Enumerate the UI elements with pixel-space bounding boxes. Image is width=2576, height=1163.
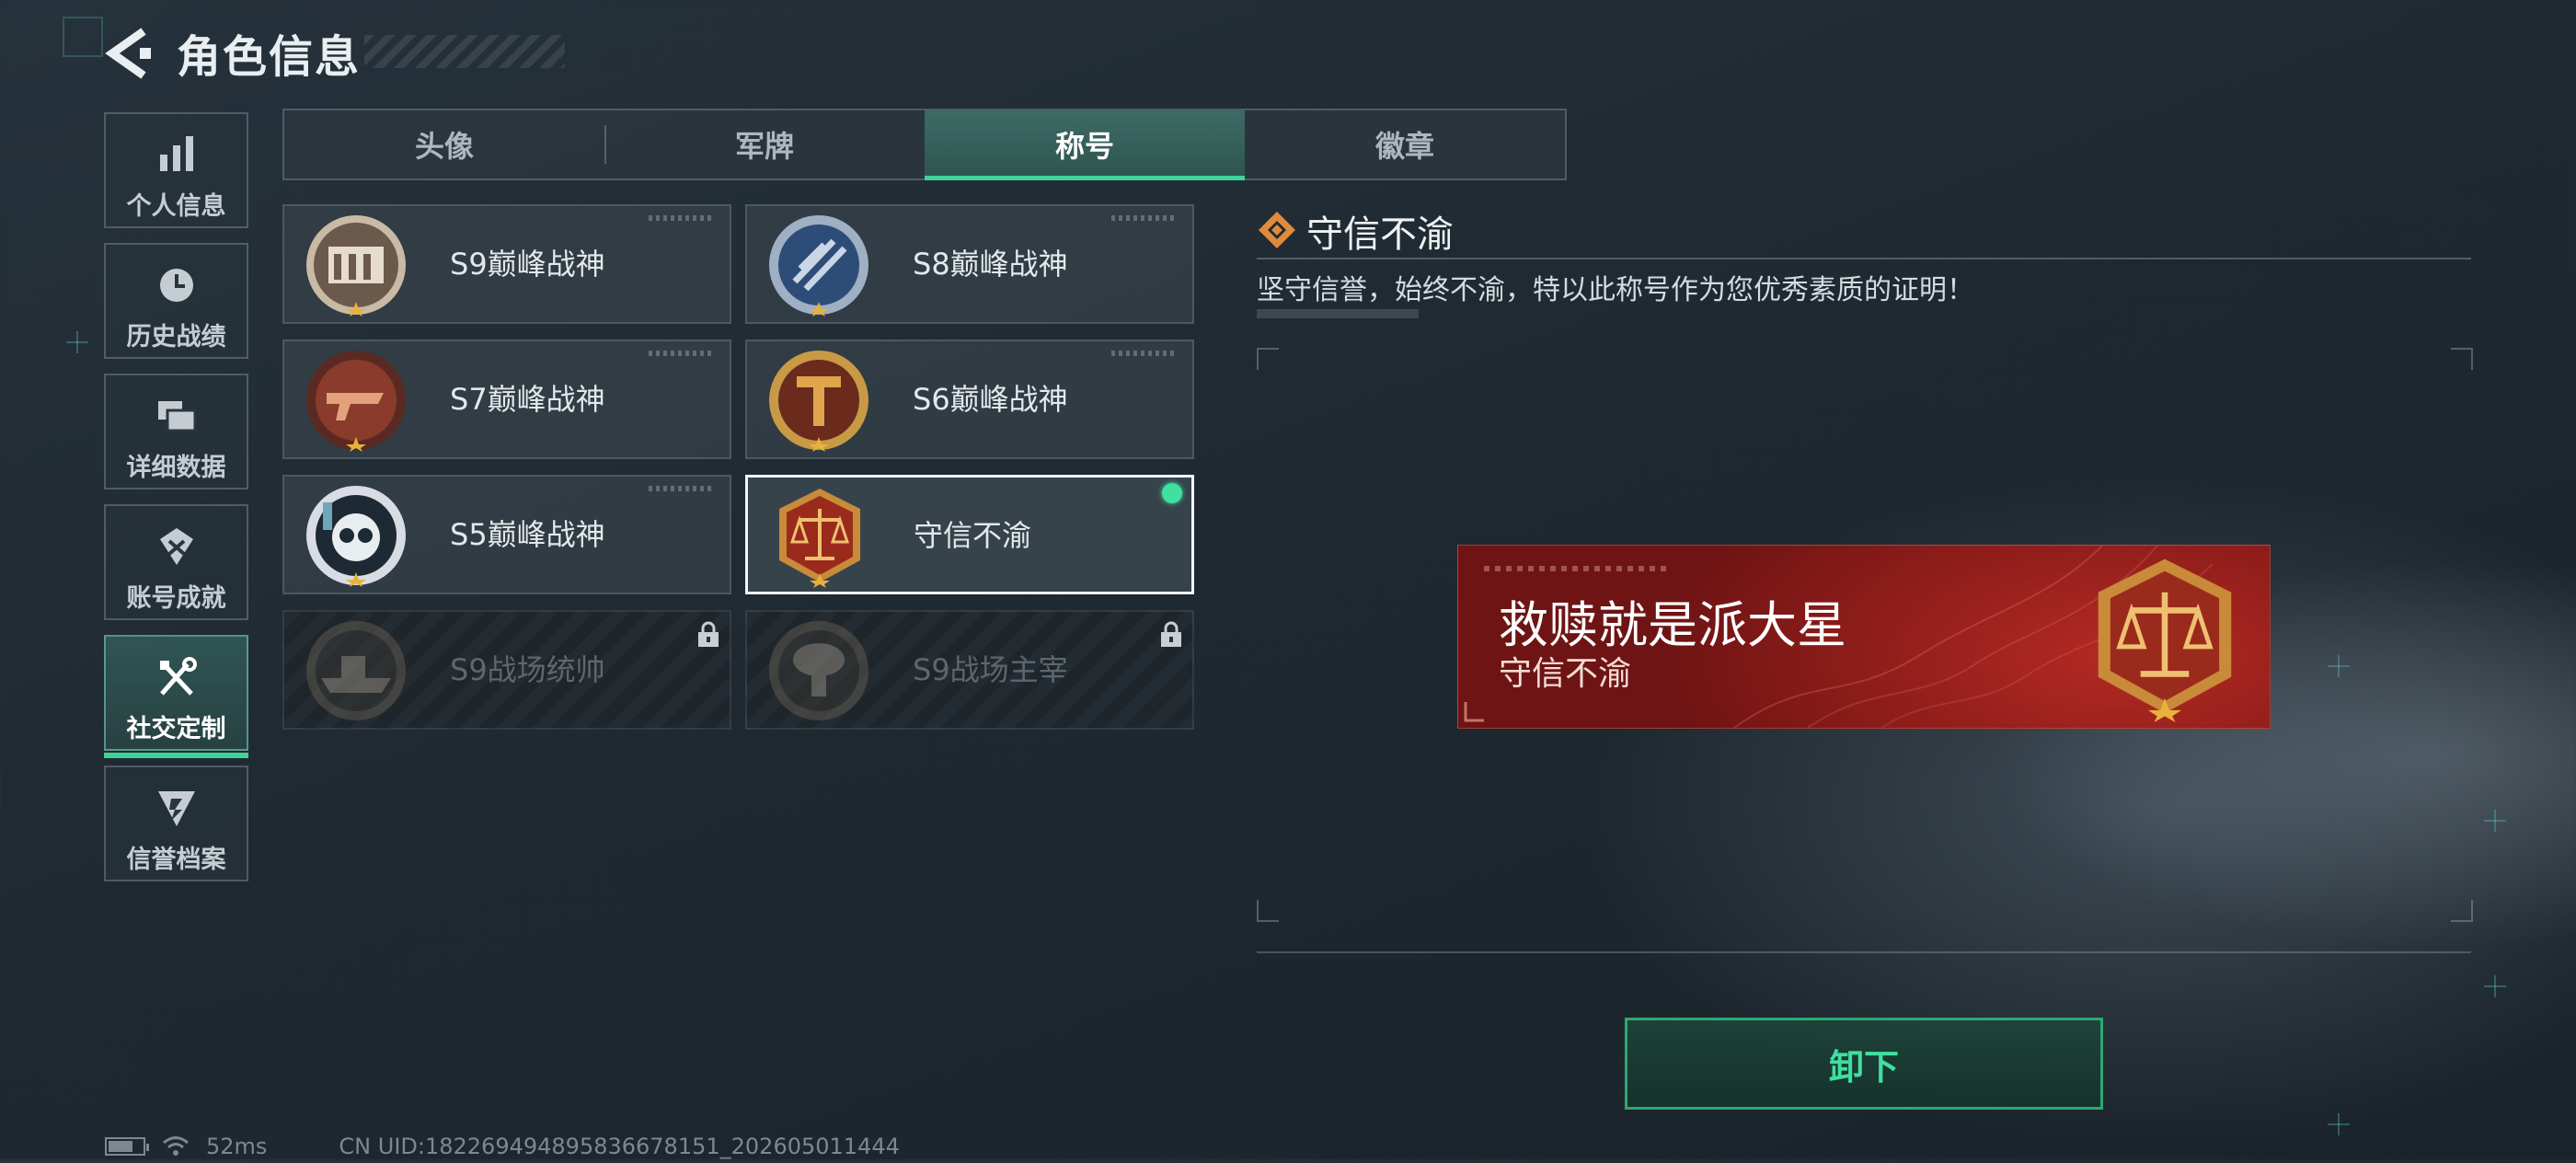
grid-cross-decoration <box>2484 975 2506 997</box>
title-name: S6巅峰战神 <box>913 382 1068 417</box>
tab-emblem[interactable]: 徽章 <box>1245 110 1565 178</box>
sidebar-item-label: 社交定制 <box>126 715 226 743</box>
frame-corner <box>1257 900 1279 922</box>
title-card-s9-peak[interactable]: S9巅峰战神 <box>282 204 731 324</box>
bar-chart-icon <box>159 136 193 171</box>
title-stripe-decoration <box>364 35 565 68</box>
warship-badge-icon <box>306 621 406 720</box>
sidebar-item-label: 信誉档案 <box>126 846 226 874</box>
ping-value: 52ms <box>206 1134 268 1159</box>
diamond-icon <box>1259 212 1295 248</box>
title-card-s7-peak[interactable]: S7巅峰战神 <box>282 340 731 459</box>
divider <box>1257 951 2471 953</box>
reputation-icon <box>157 791 195 826</box>
grid-cross-decoration <box>66 331 88 353</box>
sidebar-item-label: 账号成就 <box>126 584 226 613</box>
tab-title[interactable]: 称号 <box>925 110 1245 180</box>
grid-cross-decoration <box>2484 810 2506 832</box>
scales-badge-icon <box>779 489 860 588</box>
title-name: 守信不渝 <box>914 518 1032 553</box>
detail-description: 坚守信誉，始终不渝，特以此称号作为您优秀素质的证明！ <box>1257 274 1974 306</box>
sidebar-item-history[interactable]: 历史战绩 <box>104 243 248 359</box>
title-name: S9战场主宰 <box>913 652 1068 687</box>
s8-peak-badge-icon <box>769 215 868 317</box>
achievement-icon <box>159 528 193 565</box>
clock-icon <box>159 269 193 302</box>
sidebar-item-personal-info[interactable]: 个人信息 <box>104 112 248 228</box>
s6-peak-badge-icon <box>769 351 868 452</box>
status-bar: 52ms CN UID:18226949489583667815​1_20260… <box>105 1130 900 1163</box>
back-button[interactable] <box>103 26 158 81</box>
sidebar-item-social-customization[interactable]: 社交定制 <box>104 635 248 758</box>
title-card-s9-dominator[interactable]: S9战场主宰 <box>745 610 1194 730</box>
sidebar-item-reputation[interactable]: 信誉档案 <box>104 766 248 881</box>
mushroom-cloud-badge-icon <box>769 621 868 720</box>
card-fine-print-decoration <box>649 215 713 221</box>
grid-cross-decoration <box>2328 1113 2350 1135</box>
grid-cross-decoration <box>2328 655 2350 677</box>
frame-corner <box>2451 348 2473 370</box>
divider <box>1257 258 2471 259</box>
lock-icon <box>1161 621 1181 647</box>
card-fine-print-decoration <box>649 486 713 491</box>
title-name: S8巅峰战神 <box>913 247 1068 282</box>
tab-dog-tag[interactable]: 军牌 <box>604 110 925 178</box>
card-fine-print-decoration <box>1111 215 1176 221</box>
equipped-indicator <box>1162 483 1182 503</box>
folder-icon <box>157 401 196 432</box>
s5-peak-badge-icon <box>306 486 406 587</box>
s7-peak-badge-icon <box>306 351 406 452</box>
scales-badge-icon <box>2098 558 2232 722</box>
title-card-s9-commander[interactable]: S9战场统帅 <box>282 610 731 730</box>
s9-peak-badge-icon <box>306 215 406 317</box>
card-fine-print-decoration <box>649 351 713 356</box>
unequip-button[interactable]: 卸下 <box>1625 1018 2103 1110</box>
title-card-keep-faith[interactable]: 守信不渝 <box>745 475 1194 594</box>
page-title: 角色信息 <box>177 31 362 83</box>
sidebar-item-detailed-data[interactable]: 详细数据 <box>104 374 248 489</box>
battery-icon <box>105 1137 149 1156</box>
back-arrow-icon <box>105 28 151 79</box>
detail-title: 守信不渝 <box>1306 213 1454 256</box>
sidebar-item-label: 个人信息 <box>126 192 226 221</box>
frame-corner <box>2451 900 2473 922</box>
tools-icon <box>159 657 197 696</box>
frame-corner <box>1257 348 1279 370</box>
title-card-s6-peak[interactable]: S6巅峰战神 <box>745 340 1194 459</box>
sidebar-item-label: 历史战绩 <box>126 323 226 351</box>
title-card-s8-peak[interactable]: S8巅峰战神 <box>745 204 1194 324</box>
tab-avatar[interactable]: 头像 <box>284 110 604 178</box>
title-name: S7巅峰战神 <box>450 382 605 417</box>
title-name: S9战场统帅 <box>450 652 605 687</box>
sidebar-item-label: 详细数据 <box>126 454 226 482</box>
banner-title: 守信不渝 <box>1499 655 1632 693</box>
card-fine-print-decoration <box>1111 351 1176 356</box>
title-name: S5巅峰战神 <box>450 517 605 552</box>
wifi-icon <box>163 1136 189 1156</box>
title-card-s5-peak[interactable]: S5巅峰战神 <box>282 475 731 594</box>
corner-square-decoration <box>63 17 103 57</box>
uid-text: CN UID:18226949489583667815​1_2026050114… <box>339 1134 900 1159</box>
title-name: S9巅峰战神 <box>450 247 605 282</box>
sidebar-item-achievements[interactable]: 账号成就 <box>104 504 248 620</box>
detail-fine-print-decoration <box>1257 309 1419 318</box>
lock-icon <box>698 621 719 647</box>
banner-fine-print-decoration <box>1484 566 1668 571</box>
title-banner-preview: 救赎就是派大星 守信不渝 <box>1457 545 2271 729</box>
category-tabs: 头像 军牌 称号 徽章 <box>282 109 1567 180</box>
